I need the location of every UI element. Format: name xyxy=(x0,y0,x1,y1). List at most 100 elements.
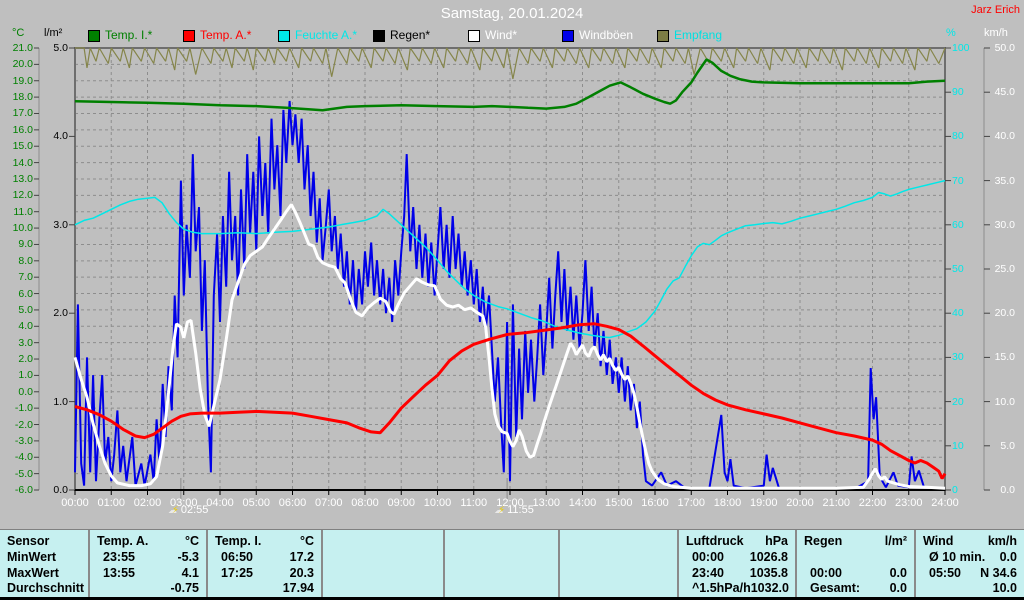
windspeed-tick-label: 40.0 xyxy=(994,130,1015,143)
cell-value: hPa xyxy=(765,534,788,548)
table-row-cell xyxy=(323,534,443,550)
temp-tick-label: 15.0 xyxy=(12,140,33,153)
rain-tick-label: 1.0 xyxy=(53,395,68,408)
table-row-cell: Durchschnitt xyxy=(0,581,88,597)
table-row-cell: Wind km/h xyxy=(916,534,1024,550)
summary-table: Sensor MinWert MaxWert Durchschnitt Temp. A.… xyxy=(0,529,1024,598)
cell-time: 13:55 xyxy=(103,565,135,580)
temp-tick-label: 13.0 xyxy=(12,172,33,185)
cell-value: 17.94 xyxy=(282,581,314,596)
cell-time: Temp. I. xyxy=(215,534,262,548)
cell-value: 1032.0 xyxy=(750,581,789,596)
temp-tick-label: 10.0 xyxy=(12,222,33,235)
table-row-cell xyxy=(323,566,443,582)
humidity-tick-label: 50 xyxy=(952,263,964,275)
table-row-cell: 23:55 -5.3 xyxy=(90,550,206,566)
cell-time: Durchschnitt xyxy=(7,581,85,596)
legend-item-feuchte-a-[interactable]: Feuchte A.* xyxy=(278,29,357,42)
event-marker: ☁ ⚡ 11:55 xyxy=(494,502,534,518)
temp-tick-label: -5.0 xyxy=(14,467,33,480)
legend-item-windböen[interactable]: Windböen xyxy=(562,29,633,42)
legend-label: Temp. I.* xyxy=(105,28,153,42)
table-row-cell: 23:40 1035.8 xyxy=(679,566,795,582)
cell-time: 05:50 xyxy=(929,565,961,580)
cell-value: l/m² xyxy=(884,534,907,548)
table-row-cell xyxy=(560,534,677,550)
table-row-cell: 13:55 4.1 xyxy=(90,566,206,582)
humidity-tick-label: 70 xyxy=(952,174,964,187)
table-col-regen: Regen l/m² 00:00 0.0 Gesamt: 0.0 xyxy=(795,530,914,598)
temp-tick-label: 6.0 xyxy=(18,287,33,300)
humidity-tick-label: 80 xyxy=(952,130,964,143)
humidity-tick-label: 90 xyxy=(952,86,964,99)
legend-swatch-icon xyxy=(183,29,195,42)
cell-value: 0.0 xyxy=(999,549,1017,564)
legend-label: Windböen xyxy=(579,28,634,42)
legend-item-empfang[interactable]: Empfang xyxy=(657,29,722,42)
cell-value: 1026.8 xyxy=(749,549,788,564)
cell-time: Regen xyxy=(804,534,843,548)
temp-tick-label: 7.0 xyxy=(18,271,33,284)
rain-tick-label: 5.0 xyxy=(53,42,68,54)
station-owner-label: Jarz Erich xyxy=(971,4,1020,16)
cell-value: °C xyxy=(299,534,314,548)
cell-value: N 34.6 xyxy=(980,565,1017,580)
lightning-icon: ⚡ xyxy=(171,504,179,516)
legend-swatch-icon xyxy=(657,29,669,42)
temp-tick-label: 12.0 xyxy=(12,189,33,202)
table-row-cell: Temp. A. °C xyxy=(90,534,206,550)
windspeed-tick-label: 0.0 xyxy=(1000,484,1015,496)
table-row-cell: Ø 10 min. 0.0 xyxy=(916,550,1024,566)
table-row-cell: Temp. I. °C xyxy=(208,534,321,550)
temp-tick-label: 0.0 xyxy=(18,385,33,398)
page-title: Samstag, 20.01.2024 xyxy=(440,5,584,22)
legend-swatch-icon xyxy=(373,29,385,42)
cell-time: 23:40 xyxy=(692,565,724,580)
windspeed-tick-label: 25.0 xyxy=(994,263,1015,275)
humidity-tick-label: 60 xyxy=(952,218,964,231)
event-marker: ☁ ⚡ 02:55 xyxy=(168,502,209,518)
table-row-cell: Luftdruck hPa xyxy=(679,534,795,550)
legend-item-temp-a-[interactable]: Temp. A.* xyxy=(183,29,251,42)
temp-tick-label: 19.0 xyxy=(12,74,33,87)
temp-tick-label: 18.0 xyxy=(12,91,33,104)
temp-tick-label: 3.0 xyxy=(18,336,33,349)
legend-item-regen-[interactable]: Regen* xyxy=(373,29,430,42)
table-col-temp-i: Temp. I. °C 06:50 17.2 17:25 20.3 17.94 xyxy=(206,530,321,598)
cell-value: 0.0 xyxy=(889,581,907,596)
table-row-cell xyxy=(445,534,558,550)
legend-item-temp-i-[interactable]: Temp. I.* xyxy=(88,29,152,42)
rain-tick-label: 2.0 xyxy=(53,307,68,320)
humidity-tick-label: 10 xyxy=(952,439,964,452)
cell-value: 1035.8 xyxy=(749,565,788,580)
temp-tick-label: 11.0 xyxy=(13,205,33,218)
event-marker-time: 02:55 xyxy=(180,504,209,516)
lightning-icon: ⚡ xyxy=(498,504,506,516)
table-col-empty-1 xyxy=(321,530,443,598)
table-row-cell: 00:00 0.0 xyxy=(797,566,914,582)
table-row-cell: Regen l/m² xyxy=(797,534,914,550)
cell-time: Temp. A. xyxy=(97,534,149,548)
legend-item-wind-[interactable]: Wind* xyxy=(468,29,517,42)
temp-tick-label: -2.0 xyxy=(14,418,33,431)
cell-time: Wind xyxy=(923,534,954,548)
temp-tick-label: 20.0 xyxy=(12,58,33,71)
temp-tick-label: -6.0 xyxy=(14,484,33,496)
table-row-cell: Gesamt: 0.0 xyxy=(797,581,914,597)
table-row-cell: 17.94 xyxy=(208,581,321,597)
cell-value: 20.3 xyxy=(289,565,314,580)
table-row-cell: 17:25 20.3 xyxy=(208,566,321,582)
temp-tick-label: -4.0 xyxy=(14,451,33,464)
table-col-luftdruck: Luftdruck hPa 00:00 1026.8 23:40 1035.8 ^1.5hP… xyxy=(677,530,795,598)
cell-time: Sensor xyxy=(7,534,50,548)
table-row-cell xyxy=(560,550,677,566)
cell-time: 00:00 xyxy=(810,565,842,580)
temp-tick-label: 4.0 xyxy=(18,320,33,333)
temp-tick-label: 8.0 xyxy=(18,254,33,267)
humidity-tick-label: 40 xyxy=(952,307,964,320)
cell-time: ^1.5hPa/h xyxy=(692,581,751,596)
humidity-axis-unit: % xyxy=(946,27,956,39)
rain-axis-unit: l/m² xyxy=(44,27,63,39)
table-row-cell: MinWert xyxy=(0,550,88,566)
cell-value: km/h xyxy=(987,534,1017,548)
